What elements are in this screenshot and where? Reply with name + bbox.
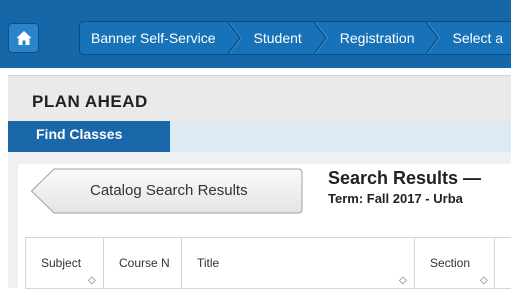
breadcrumb: Banner Self-Service Student Registration…	[79, 21, 511, 55]
breadcrumb-select[interactable]: Select a	[440, 22, 511, 54]
breadcrumb-separator-icon	[313, 22, 328, 54]
sort-icon: ◇	[399, 275, 407, 286]
breadcrumb-separator-icon	[227, 22, 242, 54]
search-results-title: Search Results —	[328, 168, 482, 188]
results-table-header: Subject ◇ Course N Title ◇ Section ◇	[25, 237, 511, 289]
tab-label: Find Classes	[36, 126, 123, 142]
column-header-label: Title	[197, 256, 220, 270]
column-header-section[interactable]: Section ◇	[415, 238, 495, 288]
column-header-label: Section	[430, 256, 471, 270]
column-header-next[interactable]	[495, 238, 511, 288]
catalog-search-results-button[interactable]: Catalog Search Results	[30, 168, 303, 214]
back-button-label: Catalog Search Results	[90, 182, 248, 199]
page-header: PLAN AHEAD	[8, 75, 511, 122]
column-header-label: Course N	[119, 256, 170, 270]
search-results-term: Term: Fall 2017 - Urba	[328, 191, 463, 206]
column-header-title[interactable]: Title ◇	[182, 238, 415, 288]
sort-icon: ◇	[480, 275, 488, 286]
breadcrumb-banner-self-service[interactable]: Banner Self-Service	[80, 22, 228, 54]
page-title: PLAN AHEAD	[32, 92, 148, 111]
breadcrumb-student[interactable]: Student	[242, 22, 314, 54]
column-header-label: Subject	[41, 256, 82, 270]
tab-bar: Find Classes	[8, 121, 511, 159]
tab-find-classes[interactable]: Find Classes	[8, 121, 170, 159]
home-icon	[16, 31, 32, 45]
home-button[interactable]	[8, 23, 39, 53]
breadcrumb-registration[interactable]: Registration	[328, 22, 427, 54]
top-navigation-bar: Banner Self-Service Student Registration…	[0, 0, 511, 68]
breadcrumb-separator-icon	[426, 22, 441, 54]
column-header-course[interactable]: Course N	[104, 238, 182, 288]
column-header-subject[interactable]: Subject ◇	[26, 238, 104, 288]
content-area: Catalog Search Results Search Results — …	[8, 152, 511, 304]
sort-icon: ◇	[88, 275, 96, 286]
